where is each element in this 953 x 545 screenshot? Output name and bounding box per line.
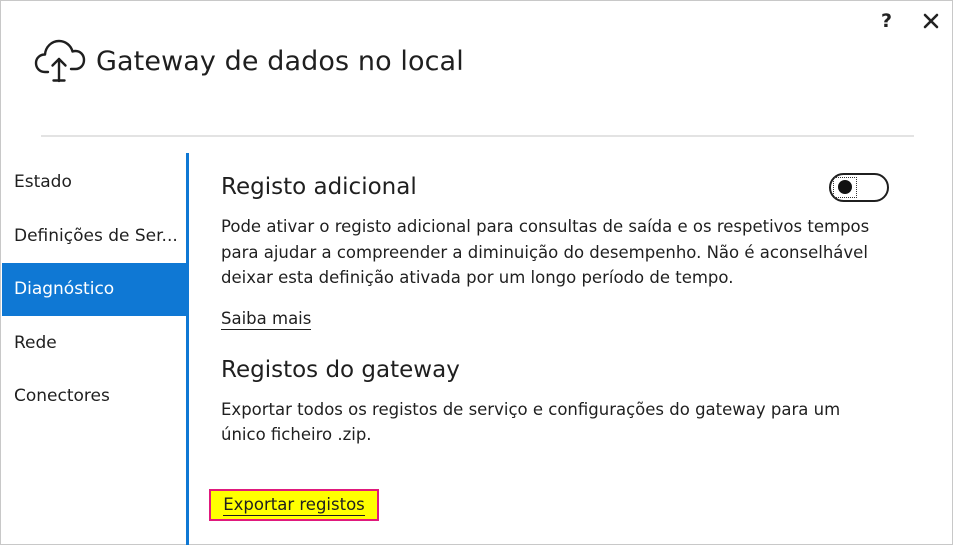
header-divider: [41, 135, 914, 137]
additional-logging-title: Registo adicional: [221, 174, 417, 200]
learn-more-link[interactable]: Saiba mais: [221, 308, 312, 330]
gateway-logs-title: Registos do gateway: [221, 356, 460, 383]
additional-logging-toggle[interactable]: [829, 173, 889, 202]
sidebar-item-rede[interactable]: Rede: [2, 316, 188, 370]
close-icon: [923, 13, 939, 29]
sidebar-item-estado[interactable]: Estado: [2, 155, 188, 209]
help-button[interactable]: ?: [881, 9, 892, 33]
sidebar-item-definicoes-servico[interactable]: Definições de Ser...: [2, 209, 188, 263]
additional-logging-description: Pode ativar o registo adicional para con…: [221, 217, 870, 287]
sidebar-item-conectores[interactable]: Conectores: [2, 370, 188, 424]
app-header: Gateway de dados no local: [34, 31, 464, 91]
export-logs-link[interactable]: Exportar registos: [223, 495, 365, 516]
sidebar-nav: Estado Definições de Ser... Diagnóstico …: [2, 155, 188, 423]
app-title: Gateway de dados no local: [96, 45, 464, 77]
sidebar-item-diagnostico[interactable]: Diagnóstico: [2, 262, 188, 316]
toggle-knob: [838, 180, 852, 194]
close-button[interactable]: [923, 9, 943, 33]
sidebar-divider: [186, 153, 189, 545]
export-highlight: Exportar registos: [209, 489, 379, 521]
diagnostics-panel: Registo adicional Pode ativar o registo …: [221, 161, 911, 448]
gateway-window: ? Gateway de dados no local Estado Defin…: [0, 0, 953, 545]
gateway-logs-description: Exportar todos os registos de serviço e …: [221, 399, 841, 445]
cloud-upload-icon: [34, 39, 86, 83]
